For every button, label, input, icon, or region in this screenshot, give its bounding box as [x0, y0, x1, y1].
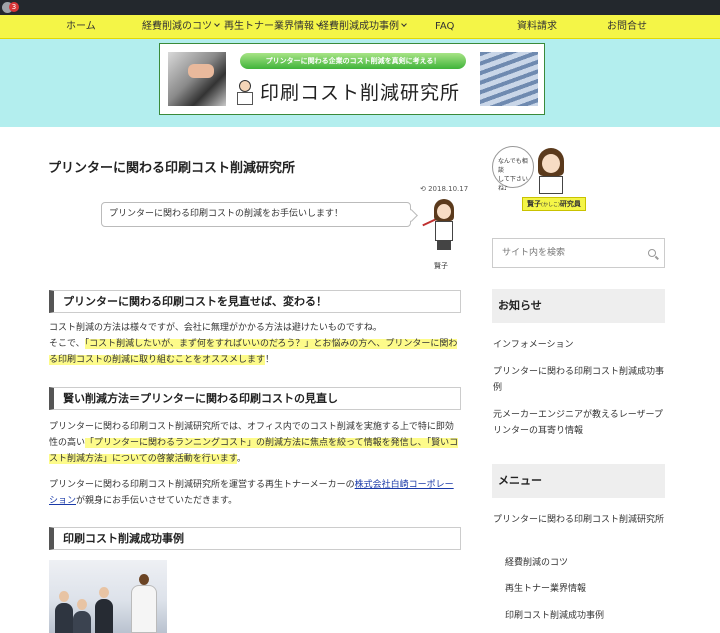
section-paragraph: プリンターに関わる印刷コスト削減研究所を運営する再生トナーメーカーの株式会社白崎… — [49, 477, 461, 509]
section-paragraph: コスト削減の方法は様々ですが、会社に無理がかかる方法は避けたいものですね。 そこ… — [49, 320, 461, 368]
mascot-label-ruby: (かしこ) — [541, 202, 560, 208]
admin-bar: 3 — [0, 0, 720, 15]
mascot-label: 賢子(かしこ)研究員 — [522, 197, 586, 211]
chevron-down-icon — [214, 21, 220, 27]
section-paragraph: プリンターに関わる印刷コスト削減研究所では、オフィス内でのコスト削減を実施する上… — [49, 419, 461, 467]
sidebar-mascot: なんでも相談 して下さいね♪ 賢子(かしこ)研究員 — [492, 146, 586, 212]
business-team-photo — [49, 560, 167, 633]
paragraph-text: ！ — [265, 355, 275, 365]
menu-link-success-cases[interactable]: 印刷コスト削減成功事例 — [505, 608, 683, 624]
news-link-success-cases[interactable]: プリンターに関わる印刷コスト削減成功事例 — [493, 364, 671, 396]
nav-item-label: ホーム — [66, 21, 96, 32]
menu-link-cost-tips[interactable]: 経費削減のコツ — [505, 555, 683, 571]
chevron-down-icon — [401, 21, 407, 27]
highlighted-text: 「プリンターに関わるランニングコスト」の削減方法に焦点を絞って情報を発信し、「賢… — [49, 438, 459, 464]
site-title: 印刷コスト削減研究所 — [260, 82, 461, 104]
speaker-name: 賢子 — [434, 262, 448, 270]
section-heading: 賢い削減方法＝プリンターに関わる印刷コストの見直し — [49, 387, 461, 410]
menu-link-toner-info[interactable]: 再生トナー業界情報 — [505, 581, 683, 597]
nav-item-cost-tips[interactable]: 経費削減のコツ — [142, 15, 220, 39]
news-link-information[interactable]: インフォメーション — [493, 337, 671, 353]
nav-item-success-cases[interactable]: 経費削減成功事例 — [319, 15, 407, 39]
nav-item-label: 経費削減成功事例 — [319, 21, 399, 32]
nav-item-label: 再生トナー業界情報 — [224, 21, 314, 32]
nav-item-faq[interactable]: FAQ — [435, 15, 454, 39]
person-figure — [131, 574, 157, 633]
researcher-mascot-icon — [234, 80, 256, 106]
section-heading: プリンターに関わる印刷コストを見直せば、変わる！ — [49, 290, 461, 313]
page-title: プリンターに関わる印刷コスト削減研究所 — [48, 161, 296, 176]
site-banner-logo[interactable]: プリンターに関わる企業のコスト削減を真剣に考える！ 印刷コスト削減研究所 — [159, 43, 545, 115]
mascot-label-title: 研究員 — [559, 200, 581, 208]
global-nav: ホーム 経費削減のコツ 再生トナー業界情報 経費削減成功事例 FAQ 資料請求 … — [0, 15, 720, 39]
update-icon: ⟲ — [420, 185, 429, 193]
nav-item-label: お問合せ — [607, 21, 647, 32]
mascot-label-name: 賢子 — [527, 200, 541, 208]
menu-link-research-institute[interactable]: プリンターに関わる印刷コスト削減研究所 — [493, 512, 671, 528]
banner-slogan: プリンターに関わる企業のコスト削減を真剣に考える！ — [240, 53, 466, 69]
paragraph-text: コスト削減の方法は様々ですが、会社に無理がかかる方法は避けたいものですね。 — [49, 323, 382, 333]
menu-widget-title: メニュー — [492, 464, 665, 498]
nav-item-label: 経費削減のコツ — [142, 21, 212, 32]
highlighted-text: 「コスト削減したいが、まず何をすればいいのだろう？」とお悩みの方へ、プリンターに… — [49, 339, 458, 365]
nav-item-contact[interactable]: お問合せ — [607, 15, 647, 39]
person-figure — [95, 587, 113, 633]
mascot-bubble-text: なんでも相談 — [498, 158, 528, 174]
section-heading: 印刷コスト削減成功事例 — [49, 527, 461, 550]
paragraph-text: そこで、 — [49, 339, 85, 349]
mascot-speech-bubble: なんでも相談 して下さいね♪ — [492, 146, 534, 192]
sheet-metal-photo — [480, 52, 538, 106]
kashiko-character-icon — [422, 199, 460, 259]
nav-item-label: FAQ — [435, 21, 455, 32]
nav-item-request-docs[interactable]: 資料請求 — [517, 15, 557, 39]
person-figure — [55, 591, 73, 633]
search-icon[interactable] — [648, 249, 656, 257]
nav-item-toner-info[interactable]: 再生トナー業界情報 — [224, 15, 322, 39]
post-date: ⟲ 2018.10.17 — [420, 185, 468, 193]
news-widget-title: お知らせ — [492, 289, 665, 323]
site-search-input[interactable] — [492, 238, 665, 268]
notification-badge[interactable]: 3 — [9, 2, 19, 12]
paragraph-text: 。 — [236, 454, 246, 464]
person-figure — [73, 599, 91, 633]
paragraph-text: が親身にお手伝いさせていただきます。 — [76, 496, 238, 506]
nav-item-label: 資料請求 — [517, 21, 557, 32]
nav-item-home[interactable]: ホーム — [66, 15, 96, 39]
paragraph-text: プリンターに関わる印刷コスト削減研究所を運営する再生トナーメーカーの — [49, 480, 355, 490]
news-link-laser-printer-info[interactable]: 元メーカーエンジニアが教えるレーザープリンターの耳寄り情報 — [493, 407, 671, 439]
printer-photo — [168, 52, 226, 106]
mascot-bubble-text: して下さいね♪ — [498, 176, 528, 192]
speech-bubble: プリンターに関わる印刷コストの削減をお手伝いします！ — [101, 202, 411, 227]
post-date-text: 2018.10.17 — [428, 185, 469, 193]
